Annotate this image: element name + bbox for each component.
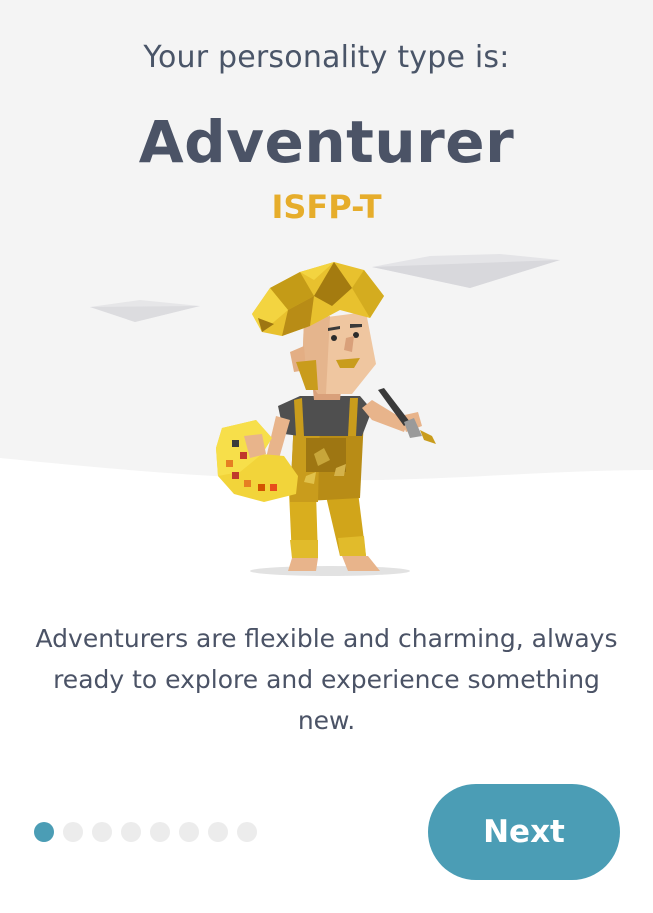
page-dot	[63, 822, 83, 842]
cloud-left-icon	[90, 300, 200, 322]
page-dot-active	[34, 822, 54, 842]
personality-type-code: ISFP-T	[271, 188, 382, 226]
page-dot	[179, 822, 199, 842]
page-dot	[208, 822, 228, 842]
page-dot	[121, 822, 141, 842]
personality-type-name: Adventurer	[138, 108, 515, 176]
cloud-right-icon	[372, 254, 560, 288]
next-button[interactable]: Next	[428, 784, 620, 880]
page-indicator	[34, 822, 257, 842]
page-dot	[92, 822, 112, 842]
page-dot	[237, 822, 257, 842]
personality-description: Adventurers are flexible and charming, a…	[35, 624, 618, 735]
adventurer-illustration	[90, 254, 560, 576]
personality-result-screen: Your personality type is: Adventurer ISF…	[0, 0, 653, 913]
intro-text: Your personality type is:	[143, 40, 510, 75]
page-dot	[150, 822, 170, 842]
